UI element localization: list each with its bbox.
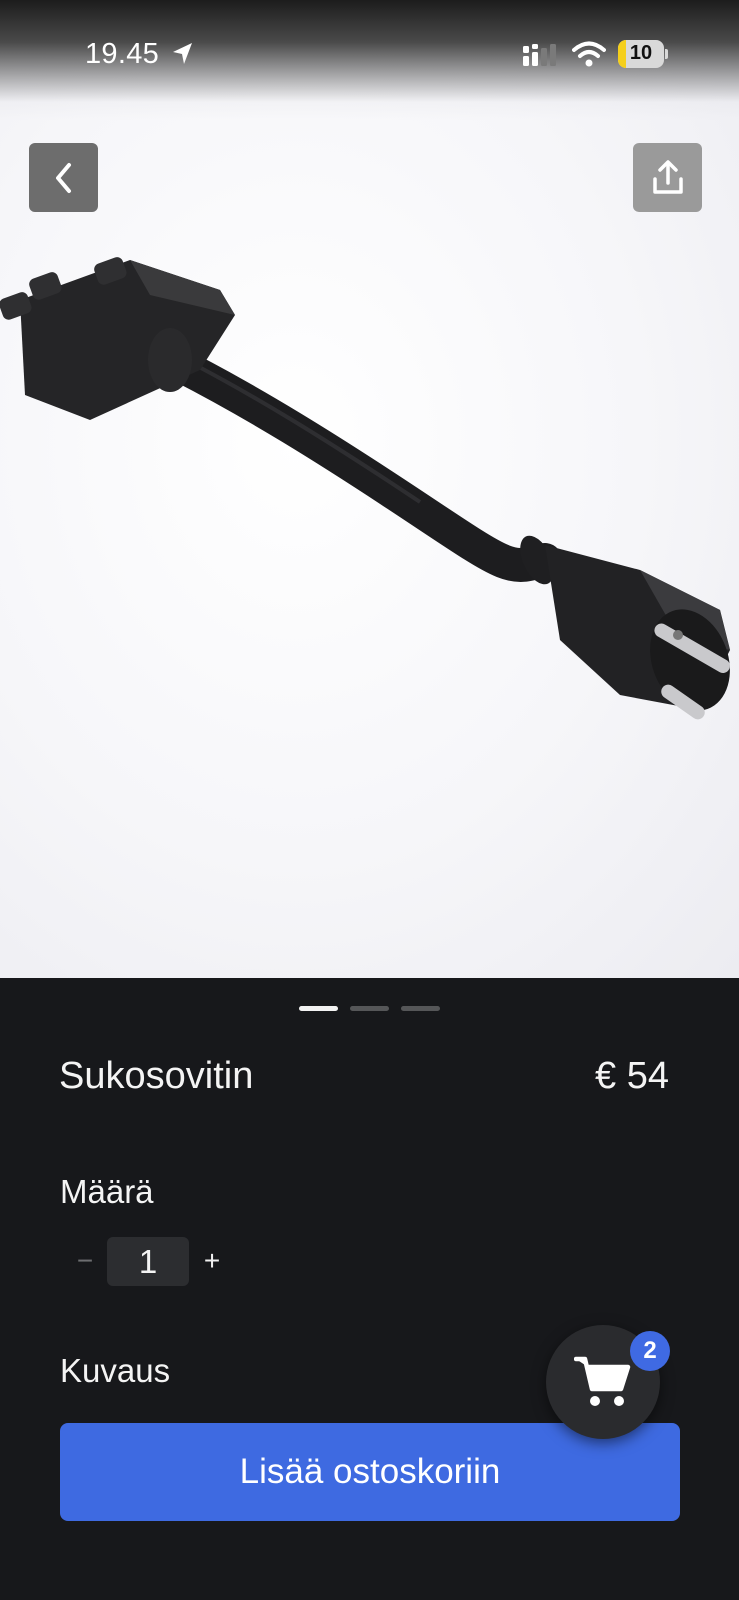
pager-dot[interactable] [350, 1006, 389, 1011]
product-image-area[interactable] [0, 0, 739, 978]
add-to-cart-button[interactable]: Lisää ostoskoriin [60, 1423, 680, 1521]
cart-count-badge: 2 [630, 1331, 670, 1371]
wifi-icon [572, 41, 606, 67]
location-arrow-icon [173, 43, 192, 64]
status-time: 19.45 [85, 38, 160, 70]
cart-icon [574, 1356, 631, 1406]
description-label[interactable]: Kuvaus [60, 1352, 170, 1390]
chevron-left-icon [55, 162, 71, 193]
pager-dot-active[interactable] [299, 1006, 338, 1011]
product-name: Sukosovitin [59, 1055, 254, 1097]
product-price: € 54 [595, 1055, 669, 1097]
share-button[interactable] [633, 143, 702, 212]
status-bar: 19.45 10 [0, 0, 739, 108]
pager-dot[interactable] [401, 1006, 440, 1011]
battery-level: 10 [629, 42, 653, 64]
quantity-label: Määrä [60, 1173, 154, 1210]
product-image [0, 257, 730, 720]
battery-body: 10 [618, 40, 664, 68]
signal-icon [523, 44, 556, 66]
quantity-decrease-button[interactable]: − [68, 1241, 102, 1281]
quantity-increase-button[interactable]: + [195, 1241, 229, 1281]
battery-icon: 10 [618, 40, 668, 68]
image-pager [0, 1006, 739, 1012]
back-button[interactable] [29, 143, 98, 212]
share-icon [652, 159, 683, 194]
quantity-input[interactable]: 1 [107, 1237, 189, 1286]
quantity-stepper: − 1 + [60, 1237, 260, 1286]
battery-tip [665, 49, 668, 59]
